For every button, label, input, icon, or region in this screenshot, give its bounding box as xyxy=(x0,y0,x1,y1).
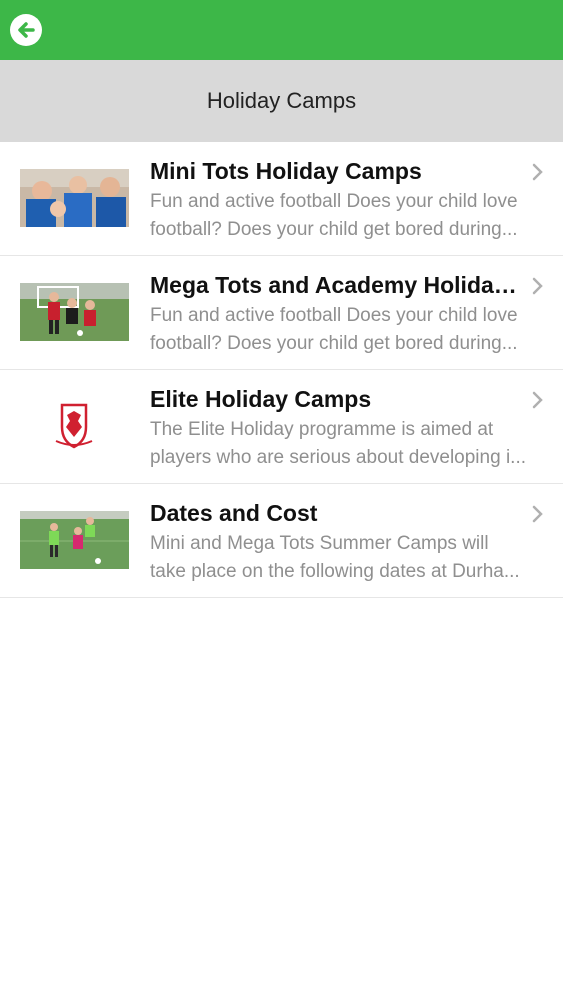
list-item[interactable]: Mega Tots and Academy Holiday ... Fun an… xyxy=(0,256,563,370)
thumbnail-image xyxy=(20,283,129,341)
item-title: Dates and Cost xyxy=(150,500,318,526)
camps-list: Mini Tots Holiday Camps Fun and active f… xyxy=(0,142,563,598)
item-title: Mini Tots Holiday Camps xyxy=(150,158,422,184)
item-description-line: The Elite Holiday programme is aimed at xyxy=(150,419,494,440)
item-description-line: take place on the following dates at Dur… xyxy=(150,561,520,582)
page-title: Holiday Camps xyxy=(206,88,357,113)
chevron-right-icon xyxy=(532,505,543,523)
thumbnail-image xyxy=(20,511,129,569)
item-description: Fun and active football Does your child … xyxy=(150,302,542,358)
item-description-line: Mini and Mega Tots Summer Camps will xyxy=(150,533,489,554)
thumbnail-image xyxy=(20,169,129,227)
chevron-right-icon xyxy=(532,391,543,409)
list-item[interactable]: Dates and Cost Mini and Mega Tots Summer… xyxy=(0,484,563,598)
item-description-line: Fun and active football Does your child … xyxy=(150,191,518,212)
arrow-left-icon xyxy=(18,22,35,38)
item-description-line: players who are serious about developing… xyxy=(150,447,527,468)
item-description-line: football? Does your child get bored duri… xyxy=(150,333,518,354)
item-description: The Elite Holiday programme is aimed at … xyxy=(150,416,542,472)
list-item[interactable]: Mini Tots Holiday Camps Fun and active f… xyxy=(0,142,563,256)
chevron-right-icon xyxy=(532,277,543,295)
item-description: Fun and active football Does your child … xyxy=(150,188,542,244)
item-title: Mega Tots and Academy Holiday ... xyxy=(150,272,520,298)
chevron-right-icon xyxy=(532,163,543,181)
list-item[interactable]: Elite Holiday Camps The Elite Holiday pr… xyxy=(0,370,563,484)
back-button[interactable] xyxy=(10,14,42,46)
item-title: Elite Holiday Camps xyxy=(150,386,372,412)
item-description-line: Fun and active football Does your child … xyxy=(150,305,518,326)
item-description-line: football? Does your child get bored duri… xyxy=(150,219,518,240)
top-app-bar xyxy=(0,0,563,60)
item-description: Mini and Mega Tots Summer Camps will tak… xyxy=(150,530,542,586)
thumbnail-image xyxy=(20,397,129,455)
title-bar: Holiday Camps xyxy=(0,60,563,142)
